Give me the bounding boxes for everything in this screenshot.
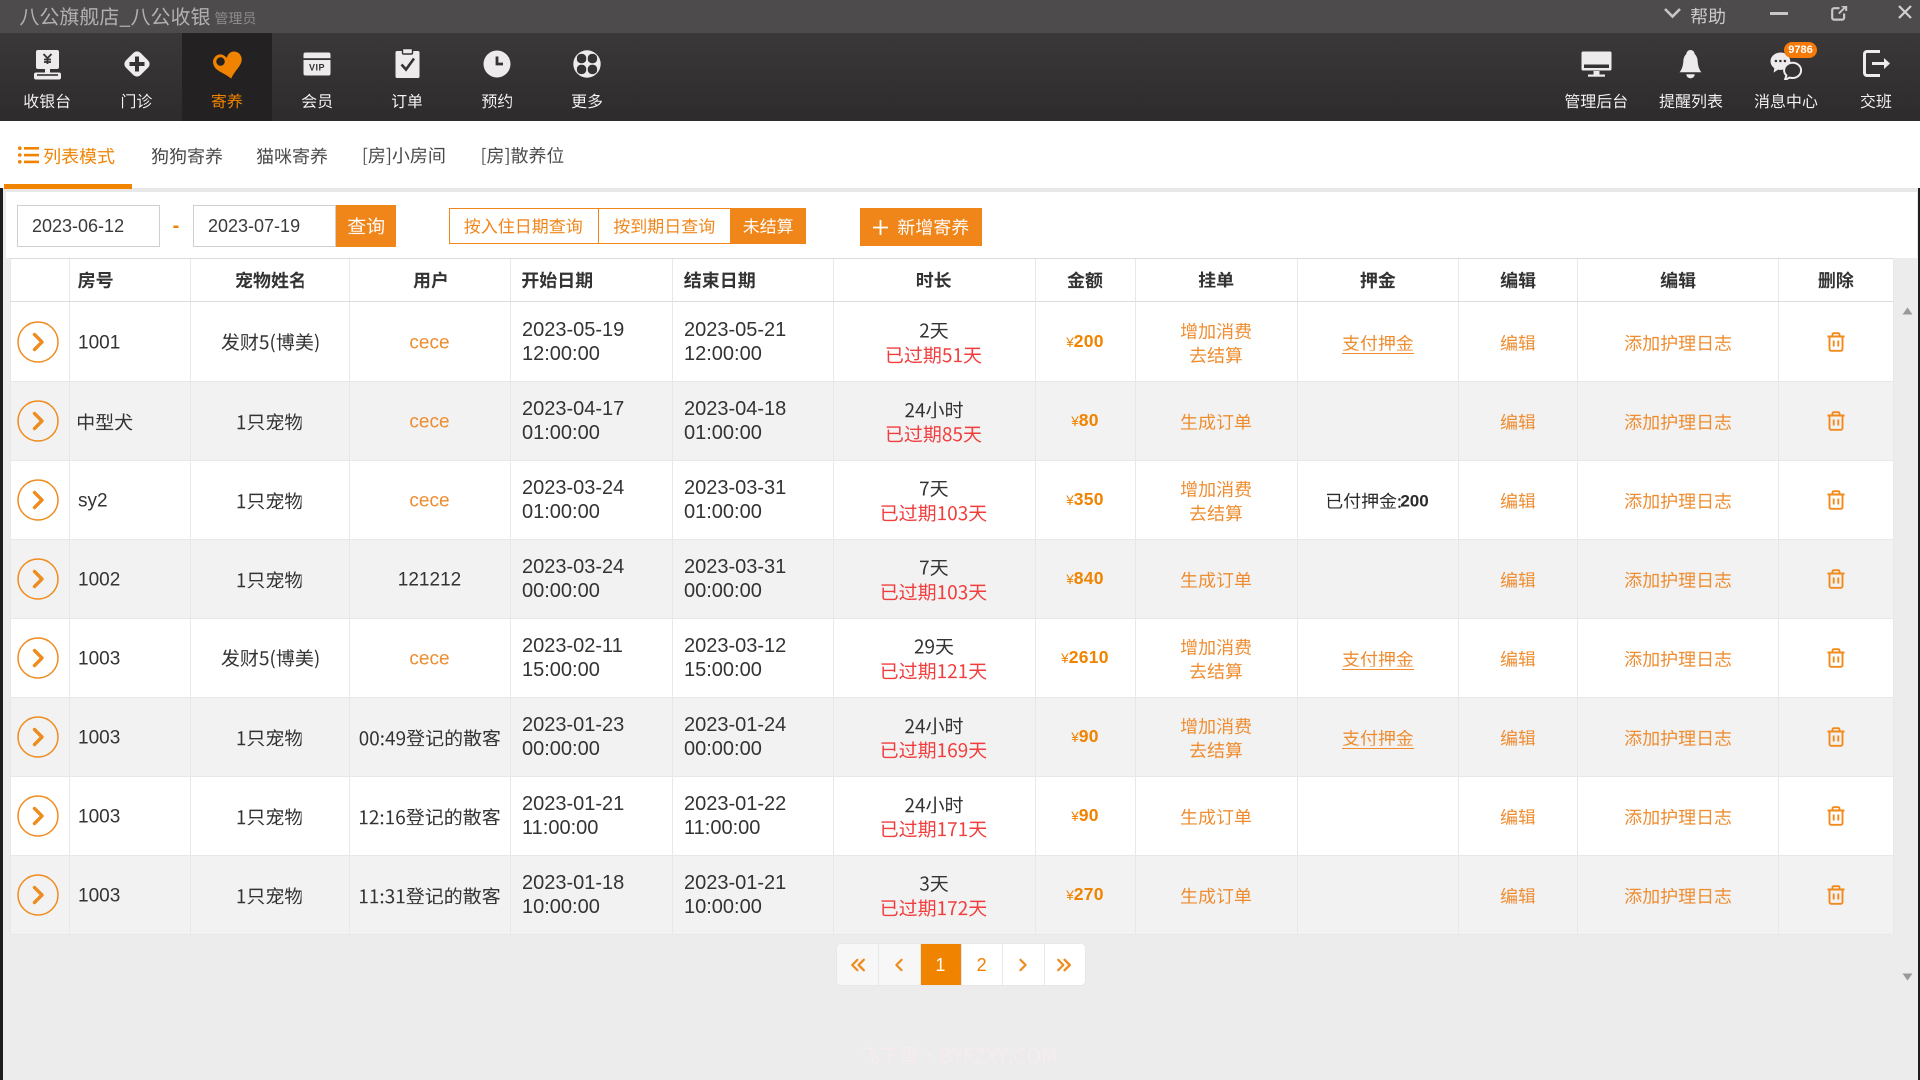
svg-text:VIP: VIP (309, 63, 325, 73)
